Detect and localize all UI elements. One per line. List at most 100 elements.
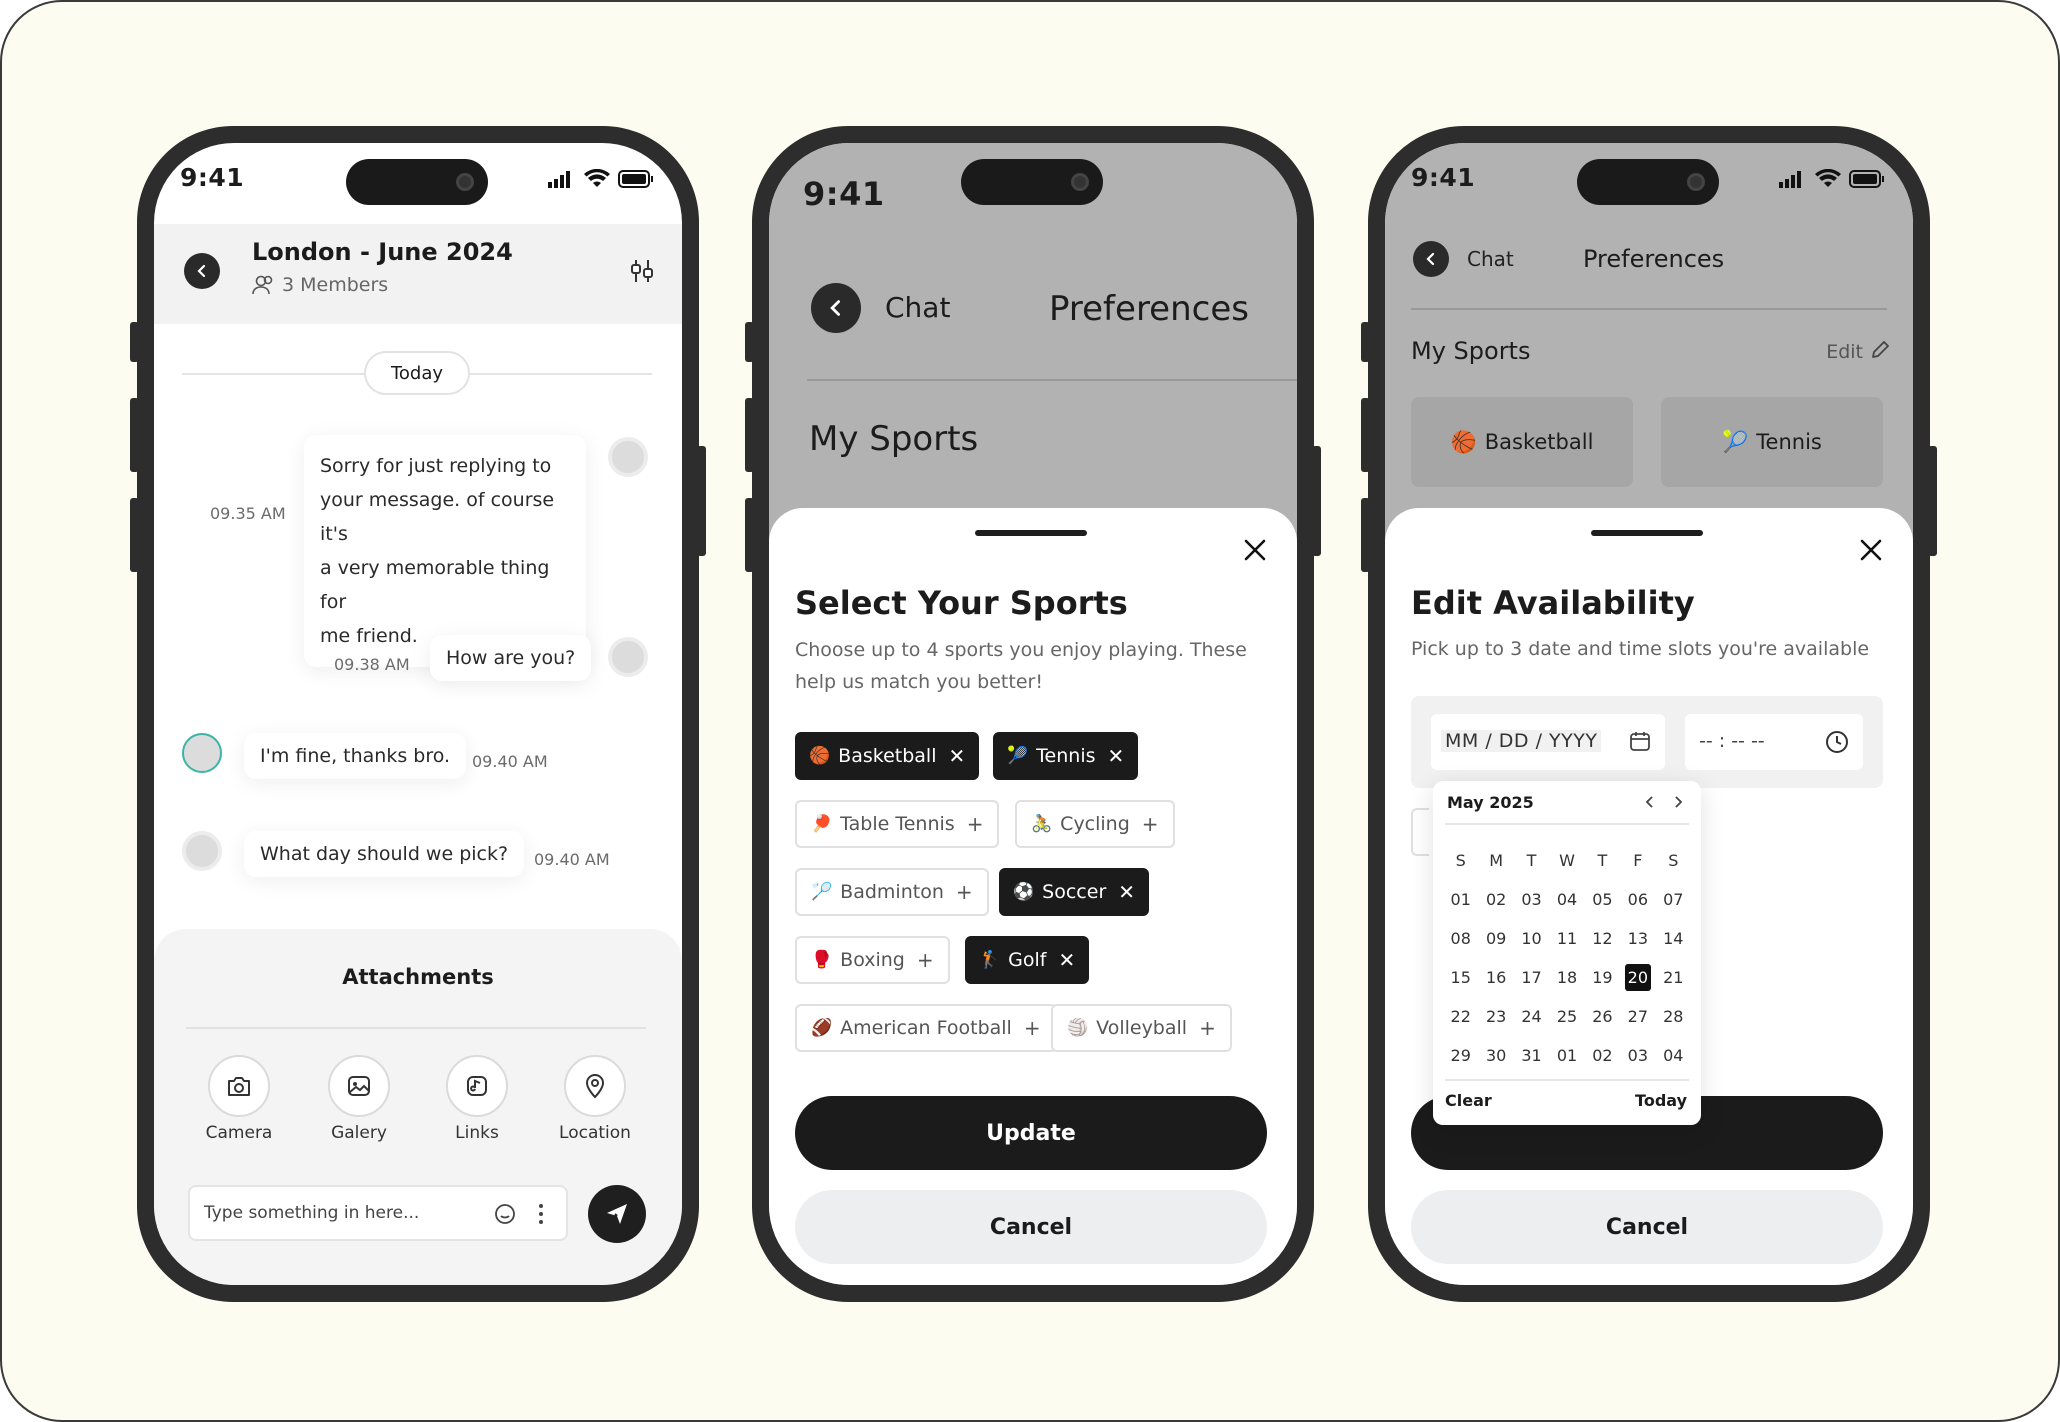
calendar-day[interactable]: 19 (1585, 958, 1620, 997)
message-input[interactable]: Type something in here... (188, 1185, 568, 1241)
close-icon[interactable] (1859, 538, 1883, 562)
calendar-day[interactable]: 21 (1656, 958, 1691, 997)
location-button[interactable]: Location (559, 1055, 631, 1143)
sheet-handle[interactable] (1591, 530, 1703, 536)
remove-icon[interactable]: ✕ (948, 744, 965, 768)
date-input[interactable]: MM / DD / YYYY (1431, 714, 1665, 770)
sport-chip-volleyball[interactable]: 🏐 Volleyball + (1051, 1004, 1232, 1052)
avatar[interactable] (608, 437, 648, 477)
calendar-day[interactable]: 25 (1549, 997, 1584, 1036)
calendar-day[interactable]: 07 (1656, 880, 1691, 919)
remove-icon[interactable]: ✕ (1118, 880, 1135, 904)
back-label[interactable]: Chat (1467, 247, 1514, 271)
calendar-day[interactable]: 02 (1585, 1036, 1620, 1075)
calendar-day[interactable]: 09 (1478, 919, 1513, 958)
calendar-day-selected[interactable]: 20 (1620, 958, 1655, 997)
sport-chip-boxing[interactable]: 🥊 Boxing + (795, 936, 950, 984)
clock-icon[interactable] (1825, 730, 1849, 754)
calendar-day[interactable]: 29 (1443, 1036, 1478, 1075)
sport-chip-table-tennis[interactable]: 🏓 Table Tennis + (795, 800, 1000, 848)
hidden-slot-chip[interactable] (1411, 808, 1429, 856)
calendar-day[interactable]: 30 (1478, 1036, 1513, 1075)
add-icon[interactable]: + (917, 948, 934, 972)
send-button[interactable] (588, 1185, 646, 1243)
links-button[interactable]: Links (446, 1055, 508, 1143)
emoji-icon[interactable] (494, 1203, 516, 1225)
sport-chip-american-football[interactable]: 🏈 American Football + (795, 1004, 1057, 1052)
back-button[interactable] (811, 283, 861, 333)
today-button[interactable]: Today (1635, 1091, 1687, 1110)
sport-chip-tennis[interactable]: 🎾 Tennis ✕ (993, 732, 1139, 780)
edit-link[interactable]: Edit (1826, 341, 1863, 363)
calendar-day[interactable]: 11 (1549, 919, 1584, 958)
calendar-day[interactable]: 28 (1656, 997, 1691, 1036)
back-label[interactable]: Chat (885, 291, 950, 324)
calendar-day[interactable]: 16 (1478, 958, 1513, 997)
remove-icon[interactable]: ✕ (1059, 948, 1076, 972)
sport-chip-basketball[interactable]: 🏀 Basketball ✕ (795, 732, 980, 780)
calendar-day[interactable]: 10 (1514, 919, 1549, 958)
calendar-day[interactable]: 18 (1549, 958, 1584, 997)
calendar-day[interactable]: 22 (1443, 997, 1478, 1036)
camera-button[interactable]: Camera (206, 1055, 272, 1143)
time-input[interactable]: -- : -- -- (1685, 714, 1863, 770)
avatar[interactable] (608, 637, 648, 677)
calendar-day[interactable]: 05 (1585, 880, 1620, 919)
calendar-day[interactable]: 27 (1620, 997, 1655, 1036)
cancel-button[interactable]: Cancel (1411, 1190, 1883, 1264)
gallery-button[interactable]: Galery (328, 1055, 390, 1143)
back-button[interactable] (184, 253, 220, 289)
my-sport-card[interactable]: 🎾 Tennis (1661, 397, 1883, 487)
calendar-day[interactable]: 02 (1478, 880, 1513, 919)
calendar-icon[interactable] (1629, 730, 1651, 752)
pencil-icon[interactable] (1869, 339, 1891, 361)
calendar-day[interactable]: 14 (1656, 919, 1691, 958)
day-number: 12 (1592, 929, 1613, 948)
sport-chip-badminton[interactable]: 🏸 Badminton + (795, 868, 989, 916)
calendar-day[interactable]: 08 (1443, 919, 1478, 958)
add-icon[interactable]: + (967, 812, 984, 836)
calendar-day[interactable]: 06 (1620, 880, 1655, 919)
next-month-icon[interactable] (1671, 795, 1685, 809)
calendar-day[interactable]: 26 (1585, 997, 1620, 1036)
calendar-day[interactable]: 04 (1549, 880, 1584, 919)
add-icon[interactable]: + (956, 880, 973, 904)
clear-button[interactable]: Clear (1445, 1091, 1492, 1110)
add-icon[interactable]: + (1199, 1016, 1216, 1040)
back-button[interactable] (1413, 241, 1449, 277)
calendar-day[interactable]: 01 (1443, 880, 1478, 919)
calendar-day[interactable]: 03 (1620, 1036, 1655, 1075)
calendar-day[interactable]: 03 (1514, 880, 1549, 919)
calendar-day[interactable]: 12 (1585, 919, 1620, 958)
close-icon[interactable] (1243, 538, 1267, 562)
calendar-day[interactable]: 04 (1656, 1036, 1691, 1075)
calendar-day[interactable]: 31 (1514, 1036, 1549, 1075)
more-icon[interactable] (538, 1203, 544, 1225)
attachments-panel: Attachments Camera Galery Links Location… (154, 929, 682, 1285)
avatar[interactable] (182, 733, 222, 773)
calendar-day[interactable]: 24 (1514, 997, 1549, 1036)
cancel-button[interactable]: Cancel (795, 1190, 1267, 1264)
calendar-day[interactable]: 01 (1549, 1036, 1584, 1075)
remove-icon[interactable]: ✕ (1108, 744, 1125, 768)
add-icon[interactable]: + (1142, 812, 1159, 836)
slot-row: MM / DD / YYYY -- : -- -- (1411, 696, 1883, 788)
prev-month-icon[interactable] (1643, 795, 1657, 809)
calendar-day[interactable]: 23 (1478, 997, 1513, 1036)
calendar-day[interactable]: 15 (1443, 958, 1478, 997)
sport-chip-soccer[interactable]: ⚽ Soccer ✕ (999, 868, 1150, 916)
chip-label: Tennis (1036, 745, 1096, 767)
sport-chip-cycling[interactable]: 🚴 Cycling + (1015, 800, 1175, 848)
add-icon[interactable]: + (1024, 1016, 1041, 1040)
chip-label: Basketball (838, 745, 937, 767)
sport-chip-golf[interactable]: 🏌 Golf ✕ (965, 936, 1090, 984)
calendar-day[interactable]: 13 (1620, 919, 1655, 958)
chip-label: Badminton (840, 881, 944, 903)
avatar[interactable] (182, 831, 222, 871)
update-button[interactable]: Update (795, 1096, 1267, 1170)
day-number: 14 (1663, 929, 1684, 948)
settings-button[interactable] (630, 258, 654, 288)
my-sport-card[interactable]: 🏀 Basketball (1411, 397, 1633, 487)
calendar-day[interactable]: 17 (1514, 958, 1549, 997)
sheet-handle[interactable] (975, 530, 1087, 536)
